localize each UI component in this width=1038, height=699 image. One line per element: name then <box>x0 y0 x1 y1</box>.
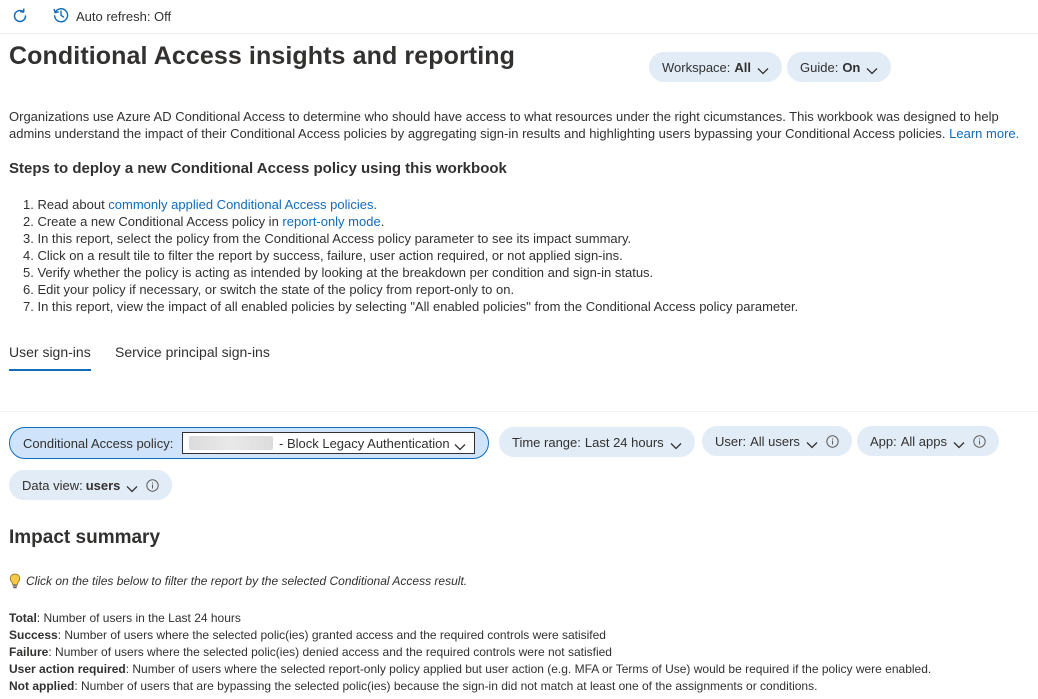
refresh-icon[interactable] <box>10 6 30 26</box>
definition-desc: : Number of users where the selected pol… <box>48 645 612 659</box>
info-icon[interactable] <box>146 478 160 492</box>
tab-user-sign-ins[interactable]: User sign-ins <box>9 344 91 371</box>
policy-value: - Block Legacy Authentication <box>279 435 450 451</box>
page-title: Conditional Access insights and reportin… <box>9 42 516 70</box>
time-range-value: Last 24 hours <box>584 434 664 450</box>
info-icon[interactable] <box>973 434 986 448</box>
step-item: 7. In this report, view the impact of al… <box>23 299 799 314</box>
step-item: 5. Verify whether the policy is acting a… <box>23 265 654 280</box>
definition-term: Failure <box>9 645 49 659</box>
lightbulb-icon <box>9 573 21 589</box>
impact-hint: Click on the tiles below to filter the r… <box>9 573 467 589</box>
chevron-down-icon <box>806 437 818 449</box>
user-value: All users <box>750 433 800 449</box>
time-range-label: Time range: <box>512 434 581 450</box>
definition-term: Success <box>9 628 58 642</box>
definition-term: Total <box>9 611 37 625</box>
step-item: 3. In this report, select the policy fro… <box>23 231 632 246</box>
impact-summary-title: Impact summary <box>9 527 161 548</box>
guide-dropdown[interactable]: Guide: On <box>787 52 892 82</box>
definition-item: Total: Number of users in the Last 24 ho… <box>9 610 931 627</box>
workspace-label: Workspace: <box>662 59 731 75</box>
step-item: 2. Create a new Conditional Access polic… <box>23 213 798 230</box>
app-label: App: <box>870 433 897 449</box>
definition-item: Success: Number of users where the selec… <box>9 627 931 644</box>
time-range-dropdown[interactable]: Time range: Last 24 hours <box>499 427 695 457</box>
steps-title: Steps to deploy a new Conditional Access… <box>9 160 507 177</box>
redacted-policy-name <box>189 436 273 450</box>
intro-text: Organizations use Azure AD Conditional A… <box>9 109 999 141</box>
definition-item: Failure: Number of users where the selec… <box>9 644 931 661</box>
chevron-down-icon <box>757 63 769 75</box>
commonly-applied-policies-link[interactable]: commonly applied Conditional Access poli… <box>108 197 377 212</box>
policy-select[interactable]: - Block Legacy Authentication <box>182 432 475 454</box>
guide-label: Guide: <box>800 59 839 75</box>
definition-term: User action required <box>9 662 126 676</box>
chevron-down-icon <box>454 439 466 451</box>
info-icon[interactable] <box>826 434 839 448</box>
definition-desc: : Number of users that are bypassing the… <box>74 679 818 693</box>
clock-history-icon <box>52 6 70 27</box>
step-text: 2. Create a new Conditional Access polic… <box>23 214 283 229</box>
definition-item: User action required: Number of users wh… <box>9 661 931 678</box>
data-view-dropdown[interactable]: Data view: users <box>9 470 173 500</box>
data-view-value: users <box>85 477 121 493</box>
workspace-value: All <box>734 59 752 75</box>
impact-definitions: Total: Number of users in the Last 24 ho… <box>9 610 931 695</box>
hint-text: Click on the tiles below to filter the r… <box>26 574 468 588</box>
app-value: All apps <box>900 433 947 449</box>
user-label: User: <box>715 433 747 449</box>
step-item: 1. Read about commonly applied Condition… <box>23 196 798 213</box>
step-text: . <box>380 214 385 229</box>
tab-service-principal-sign-ins[interactable]: Service principal sign-ins <box>115 344 270 360</box>
conditional-access-policy-parameter[interactable]: Conditional Access policy: - Block Legac… <box>9 427 489 459</box>
definition-desc: : Number of users where the selected pol… <box>57 628 606 642</box>
divider <box>0 411 1038 412</box>
auto-refresh-button[interactable]: Auto refresh: Off <box>52 6 171 26</box>
chevron-down-icon <box>126 481 138 493</box>
chevron-down-icon <box>670 438 682 450</box>
step-text: 1. Read about <box>23 197 109 212</box>
app-dropdown[interactable]: App: All apps <box>857 426 999 456</box>
guide-value: On <box>842 59 861 75</box>
toolbar: Auto refresh: Off <box>0 0 1038 34</box>
report-only-mode-link[interactable]: report-only mode <box>282 214 380 229</box>
step-item: 6. Edit your policy if necessary, or swi… <box>23 282 515 297</box>
definition-term: Not applied <box>9 679 75 693</box>
policy-label: Conditional Access policy: <box>23 435 174 451</box>
definition-desc: : Number of users in the Last 24 hours <box>36 611 241 625</box>
user-dropdown[interactable]: User: All users <box>702 426 852 456</box>
auto-refresh-label: Auto refresh: Off <box>76 8 172 24</box>
learn-more-link[interactable]: Learn more. <box>949 126 1019 141</box>
definition-desc: : Number of users where the selected rep… <box>125 662 932 676</box>
data-view-label: Data view: <box>22 477 83 493</box>
step-item: 4. Click on a result tile to filter the … <box>23 248 623 263</box>
intro-paragraph: Organizations use Azure AD Conditional A… <box>9 108 1037 142</box>
chevron-down-icon <box>866 63 878 75</box>
workspace-dropdown[interactable]: Workspace: All <box>649 52 783 82</box>
definition-item: Not applied: Number of users that are by… <box>9 678 931 695</box>
steps-list: 1. Read about commonly applied Condition… <box>23 196 798 315</box>
chevron-down-icon <box>953 437 965 449</box>
